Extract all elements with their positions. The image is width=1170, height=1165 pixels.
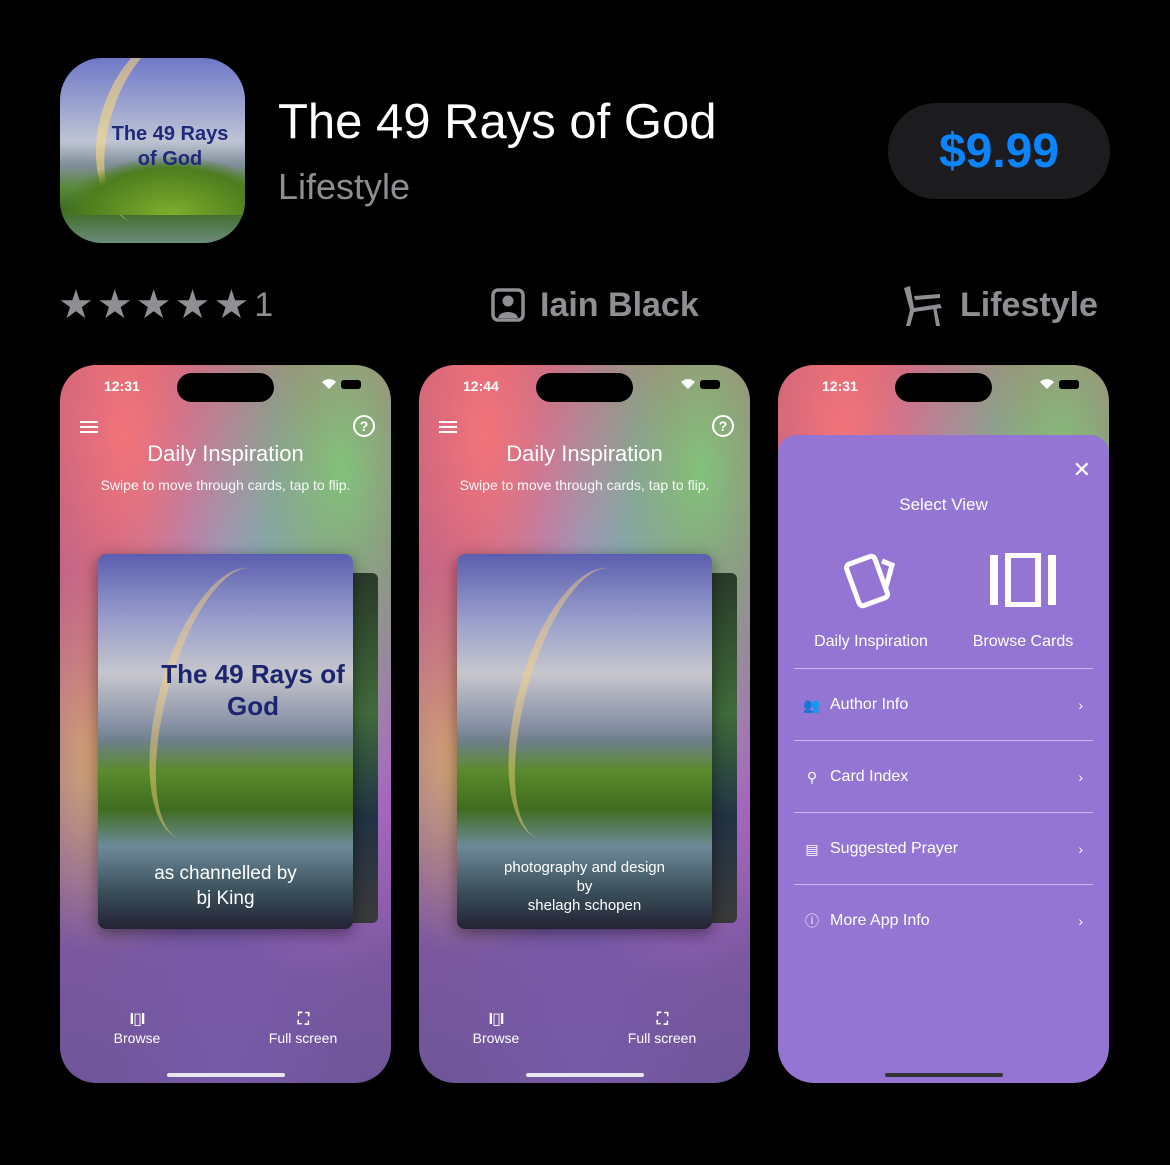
home-indicator	[167, 1073, 285, 1077]
status-time: 12:31	[104, 378, 140, 394]
app-icon[interactable]: The 49 Rays of God	[60, 58, 245, 243]
dynamic-island	[895, 373, 992, 402]
home-indicator	[885, 1073, 1003, 1077]
row-label: Author Info	[830, 696, 909, 713]
fullscreen-icon: ⛶	[656, 1011, 668, 1028]
category-link[interactable]: Lifestyle	[900, 282, 1098, 328]
screen-hint: Swipe to move through cards, tap to flip…	[459, 477, 710, 493]
chevron-right-icon: ›	[1078, 841, 1083, 857]
card-title: The 49 Rays of God	[161, 659, 345, 721]
card[interactable]: The 49 Rays of God as channelled by bj K…	[98, 554, 353, 929]
fullscreen-button[interactable]: ⛶ Full screen	[258, 1010, 348, 1046]
person-square-icon	[491, 288, 525, 322]
row-more-app-info[interactable]: ⓘ More App Info ›	[794, 884, 1093, 957]
people-icon: 👥	[803, 696, 821, 713]
screen-title: Daily Inspiration	[147, 441, 304, 466]
help-icon[interactable]: ?	[353, 415, 375, 437]
menu-icon[interactable]	[80, 419, 98, 435]
app-title: The 49 Rays of God	[278, 95, 717, 149]
status-time: 12:31	[822, 378, 858, 394]
scroll-icon: ▤	[805, 840, 819, 857]
category-name: Lifestyle	[960, 285, 1098, 324]
info-icon: ⓘ	[805, 913, 819, 929]
browse-button[interactable]: I▯I Browse	[92, 1010, 182, 1046]
battery-icon	[700, 379, 720, 389]
rating-count: 1	[254, 285, 274, 324]
screenshot-3[interactable]: 12:31 ✕ Select View Daily Inspiration Br…	[778, 365, 1109, 1083]
status-icons	[1040, 379, 1079, 389]
fullscreen-icon: ⛶	[297, 1011, 309, 1028]
menu-icon[interactable]	[439, 419, 457, 435]
row-label: Card Index	[830, 768, 909, 785]
browse-icon: I▯I	[129, 1011, 146, 1028]
fullscreen-label: Full screen	[627, 1030, 697, 1046]
view-option-label: Browse Cards	[972, 633, 1074, 650]
row-label: More App Info	[830, 912, 930, 929]
view-option-browse-cards[interactable]: Browse Cards	[948, 545, 1098, 651]
screenshot-2[interactable]: 12:44 ? Daily Inspiration Swipe to move …	[419, 365, 750, 1083]
status-icons	[322, 379, 361, 389]
card-caption: photography and design by shelagh schope…	[457, 858, 712, 915]
search-icon: ⚲	[806, 768, 818, 785]
close-icon[interactable]: ✕	[1073, 457, 1091, 483]
row-card-index[interactable]: ⚲ Card Index ›	[794, 740, 1093, 813]
developer-link[interactable]: Iain Black	[490, 282, 699, 328]
select-view-sheet: ✕ Select View Daily Inspiration Browse C…	[778, 435, 1109, 1083]
status-time: 12:44	[463, 378, 499, 394]
chevron-right-icon: ›	[1078, 697, 1083, 713]
browse-button[interactable]: I▯I Browse	[451, 1010, 541, 1046]
card-caption-line: shelagh schopen	[527, 897, 642, 914]
battery-icon	[1059, 379, 1079, 389]
browse-label: Browse	[472, 1030, 520, 1046]
card-caption-line: bj King	[196, 888, 255, 909]
star-icon: ★	[96, 283, 133, 327]
star-icon: ★	[58, 283, 94, 327]
wifi-icon	[1040, 379, 1054, 389]
browse-label: Browse	[113, 1030, 161, 1046]
dynamic-island	[177, 373, 274, 402]
row-suggested-prayer[interactable]: ▤ Suggested Prayer ›	[794, 812, 1093, 885]
view-option-daily-inspiration[interactable]: Daily Inspiration	[796, 545, 946, 651]
card-caption: as channelled by bj King	[98, 861, 353, 911]
battery-icon	[341, 379, 361, 389]
fullscreen-button[interactable]: ⛶ Full screen	[617, 1010, 707, 1046]
screen-hint: Swipe to move through cards, tap to flip…	[100, 477, 351, 493]
developer-name: Iain Black	[540, 285, 699, 324]
browse-icon	[948, 545, 1098, 615]
app-subtitle[interactable]: Lifestyle	[278, 166, 410, 208]
sheet-title: Select View	[899, 495, 988, 514]
star-icon: ★	[213, 283, 250, 327]
browse-icon: I▯I	[488, 1011, 505, 1028]
row-author-info[interactable]: 👥 Author Info ›	[794, 668, 1093, 741]
price-button[interactable]: $9.99	[888, 103, 1110, 199]
card-caption-line: by	[576, 878, 593, 895]
rainbow-graphic	[482, 554, 670, 855]
screen-title: Daily Inspiration	[506, 441, 663, 466]
row-label: Suggested Prayer	[830, 840, 959, 857]
wifi-icon	[322, 379, 336, 389]
card-caption-line: as channelled by	[154, 863, 297, 884]
chevron-right-icon: ›	[1078, 913, 1083, 929]
dynamic-island	[536, 373, 633, 402]
cards-icon	[796, 545, 946, 615]
card-caption-line: photography and design	[504, 859, 665, 876]
wifi-icon	[681, 379, 695, 389]
view-option-label: Daily Inspiration	[814, 633, 928, 650]
status-icons	[681, 379, 720, 389]
fullscreen-label: Full screen	[268, 1030, 338, 1046]
chevron-right-icon: ›	[1078, 769, 1083, 785]
card[interactable]: photography and design by shelagh schope…	[457, 554, 712, 929]
screenshot-1[interactable]: 12:31 ? Daily Inspiration Swipe to move …	[60, 365, 391, 1083]
help-icon[interactable]: ?	[712, 415, 734, 437]
home-indicator	[526, 1073, 644, 1077]
chair-icon	[904, 286, 942, 326]
rating[interactable]: ★ ★ ★ ★ ★ 1	[58, 282, 273, 328]
star-icon: ★	[135, 283, 172, 327]
app-icon-text: The 49 Rays of God	[111, 123, 229, 170]
star-icon: ★	[174, 283, 211, 327]
